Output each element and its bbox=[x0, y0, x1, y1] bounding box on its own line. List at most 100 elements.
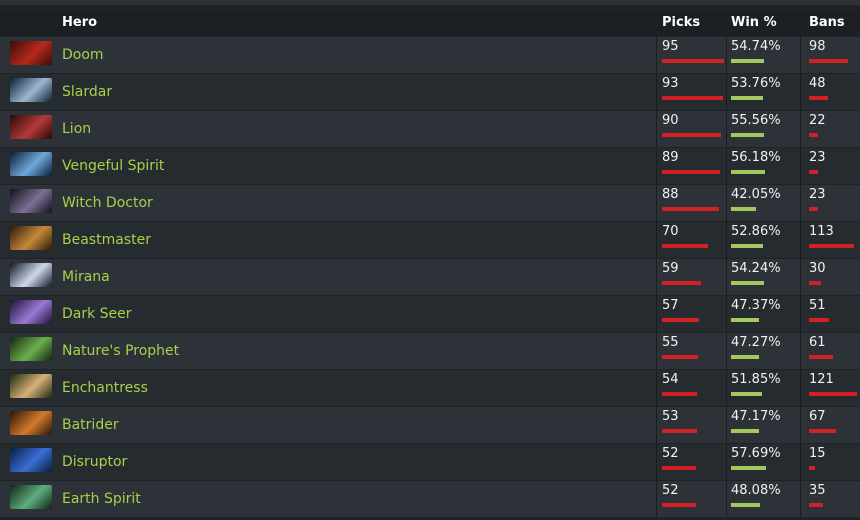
bans-value: 23 bbox=[809, 187, 826, 202]
picks-bar bbox=[662, 133, 721, 137]
hero-name-link[interactable]: Doom bbox=[62, 37, 104, 73]
picks-column-header[interactable]: Picks bbox=[662, 10, 700, 36]
hero-portrait-icon[interactable] bbox=[10, 152, 52, 176]
hero-portrait-icon[interactable] bbox=[10, 337, 52, 361]
bans-bar bbox=[809, 392, 857, 396]
bans-bar bbox=[809, 96, 828, 100]
hero-name-link[interactable]: Nature's Prophet bbox=[62, 333, 179, 369]
table-row[interactable]: Nature's Prophet 55 47.27% 61 bbox=[0, 333, 860, 369]
column-separator bbox=[656, 185, 657, 221]
column-separator bbox=[800, 74, 801, 110]
column-separator bbox=[726, 259, 727, 295]
bans-value: 23 bbox=[809, 150, 826, 165]
win-rate-value: 47.37% bbox=[731, 298, 781, 313]
win-rate-value: 47.27% bbox=[731, 335, 781, 350]
column-separator bbox=[726, 37, 727, 73]
bans-bar bbox=[809, 207, 818, 211]
hero-portrait-icon[interactable] bbox=[10, 374, 52, 398]
hero-name-link[interactable]: Lion bbox=[62, 111, 91, 147]
column-separator bbox=[726, 74, 727, 110]
picks-bar bbox=[662, 466, 696, 470]
win-rate-bar bbox=[731, 503, 760, 507]
hero-portrait-icon[interactable] bbox=[10, 226, 52, 250]
hero-portrait-icon[interactable] bbox=[10, 263, 52, 287]
win-rate-column-header[interactable]: Win % bbox=[731, 10, 777, 36]
hero-name-link[interactable]: Dark Seer bbox=[62, 296, 132, 332]
bans-column-header[interactable]: Bans bbox=[809, 10, 845, 36]
hero-name-link[interactable]: Enchantress bbox=[62, 370, 148, 406]
hero-portrait-icon[interactable] bbox=[10, 189, 52, 213]
table-row[interactable]: Enchantress 54 51.85% 121 bbox=[0, 370, 860, 406]
column-separator bbox=[726, 185, 727, 221]
win-rate-value: 48.08% bbox=[731, 483, 781, 498]
hero-portrait-icon[interactable] bbox=[10, 411, 52, 435]
hero-name-link[interactable]: Vengeful Spirit bbox=[62, 148, 164, 184]
hero-portrait-icon[interactable] bbox=[10, 115, 52, 139]
hero-name-link[interactable]: Beastmaster bbox=[62, 222, 151, 258]
picks-value: 55 bbox=[662, 335, 679, 350]
column-separator bbox=[726, 148, 727, 184]
hero-name-link[interactable]: Mirana bbox=[62, 259, 110, 295]
column-separator bbox=[726, 444, 727, 480]
column-separator bbox=[656, 407, 657, 443]
picks-value: 59 bbox=[662, 261, 679, 276]
hero-column-header[interactable]: Hero bbox=[62, 10, 97, 36]
picks-bar bbox=[662, 503, 696, 507]
column-separator bbox=[656, 111, 657, 147]
hero-name-link[interactable]: Earth Spirit bbox=[62, 481, 141, 517]
column-separator bbox=[656, 370, 657, 406]
hero-portrait-icon[interactable] bbox=[10, 485, 52, 509]
hero-name-link[interactable]: Witch Doctor bbox=[62, 185, 153, 221]
win-rate-bar bbox=[731, 59, 764, 63]
bans-value: 48 bbox=[809, 76, 826, 91]
table-row[interactable]: Beastmaster 70 52.86% 113 bbox=[0, 222, 860, 258]
column-separator bbox=[800, 222, 801, 258]
picks-bar bbox=[662, 429, 697, 433]
table-row[interactable]: Vengeful Spirit 89 56.18% 23 bbox=[0, 148, 860, 184]
column-separator bbox=[800, 370, 801, 406]
picks-value: 57 bbox=[662, 298, 679, 313]
bans-value: 67 bbox=[809, 409, 826, 424]
table-row[interactable]: Witch Doctor 88 42.05% 23 bbox=[0, 185, 860, 221]
table-row[interactable]: Disruptor 52 57.69% 15 bbox=[0, 444, 860, 480]
hero-portrait-icon[interactable] bbox=[10, 41, 52, 65]
table-row[interactable]: Mirana 59 54.24% 30 bbox=[0, 259, 860, 295]
win-rate-value: 55.56% bbox=[731, 113, 781, 128]
hero-name-link[interactable]: Disruptor bbox=[62, 444, 127, 480]
bans-bar bbox=[809, 244, 854, 248]
column-separator bbox=[726, 222, 727, 258]
column-separator bbox=[656, 148, 657, 184]
bans-bar bbox=[809, 355, 833, 359]
win-rate-value: 51.85% bbox=[731, 372, 781, 387]
table-row[interactable]: Batrider 53 47.17% 67 bbox=[0, 407, 860, 443]
column-separator bbox=[656, 333, 657, 369]
top-divider bbox=[0, 0, 860, 5]
table-row[interactable]: Slardar 93 53.76% 48 bbox=[0, 74, 860, 110]
hero-name-link[interactable]: Batrider bbox=[62, 407, 119, 443]
bans-value: 121 bbox=[809, 372, 834, 387]
hero-portrait-icon[interactable] bbox=[10, 300, 52, 324]
win-rate-bar bbox=[731, 170, 765, 174]
picks-value: 89 bbox=[662, 150, 679, 165]
bans-value: 113 bbox=[809, 224, 834, 239]
table-row[interactable]: Earth Spirit 52 48.08% 35 bbox=[0, 481, 860, 517]
hero-portrait-icon[interactable] bbox=[10, 78, 52, 102]
hero-name-link[interactable]: Slardar bbox=[62, 74, 112, 110]
win-rate-bar bbox=[731, 318, 759, 322]
column-separator bbox=[800, 481, 801, 517]
picks-bar bbox=[662, 355, 698, 359]
column-separator bbox=[726, 296, 727, 332]
hero-portrait-icon[interactable] bbox=[10, 448, 52, 472]
picks-bar bbox=[662, 59, 724, 63]
picks-bar bbox=[662, 392, 697, 396]
picks-value: 54 bbox=[662, 372, 679, 387]
table-row[interactable]: Lion 90 55.56% 22 bbox=[0, 111, 860, 147]
bans-value: 51 bbox=[809, 298, 826, 313]
column-separator bbox=[656, 444, 657, 480]
win-rate-bar bbox=[731, 281, 764, 285]
win-rate-bar bbox=[731, 244, 763, 248]
column-separator bbox=[800, 333, 801, 369]
table-row[interactable]: Dark Seer 57 47.37% 51 bbox=[0, 296, 860, 332]
table-row[interactable]: Doom 95 54.74% 98 bbox=[0, 37, 860, 73]
win-rate-value: 54.24% bbox=[731, 261, 781, 276]
